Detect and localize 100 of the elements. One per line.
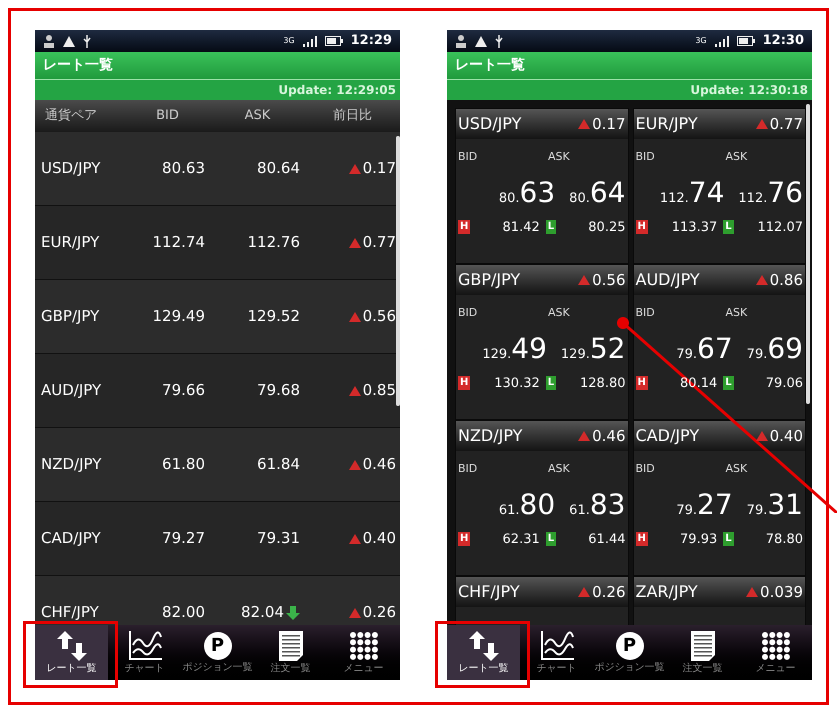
column-header: BID [155, 107, 180, 126]
tab[interactable]: 注文一覧 [254, 625, 327, 680]
line-chart-icon [540, 631, 574, 661]
change-value: 0.46 [592, 426, 626, 447]
rate-row[interactable]: USD/JPY 80.63 80.64 0.17 [35, 132, 400, 206]
low-badge: L [546, 376, 556, 390]
high-badge: H [458, 532, 470, 546]
network-label: 3G [695, 37, 707, 45]
dot-grid-icon [348, 631, 378, 661]
change-value: 0.26 [362, 602, 396, 624]
change-value: 0.77 [770, 114, 803, 135]
ask-label: ASK [726, 305, 748, 321]
bid-label: BID [636, 461, 656, 477]
change-value: 0.039 [760, 582, 803, 603]
low-price: 112.07 [756, 218, 803, 236]
rate-card[interactable]: EUR/JPY 0.77 BID ASK 112.74 112.76 H 113.37 L 112.07 [632, 108, 806, 264]
tab[interactable]: P ポジション一覧 [181, 625, 254, 680]
pair-name: NZD/JPY [40, 454, 102, 476]
tab[interactable]: レート一覧 [35, 625, 108, 680]
rate-card[interactable]: GBP/JPY 0.56 BID ASK 129.49 129.52 H 130.32 L 128.80 [455, 264, 628, 420]
usb-icon [83, 34, 91, 48]
change-value: 0.86 [770, 270, 803, 291]
up-down-arrows-icon [466, 631, 500, 661]
rate-row[interactable]: CHF/JPY 82.00 82.04 0.26 [35, 576, 400, 625]
change-value: 0.40 [770, 426, 803, 447]
document-icon [690, 631, 714, 661]
pair-name: ZAR/JPY [636, 581, 699, 603]
rate-card[interactable]: NZD/JPY 0.46 BID ASK 61.80 61.83 H 62.31 L 61.44 [455, 420, 628, 576]
bid-price: 79.27 [161, 528, 205, 550]
high-price: 81.42 [502, 218, 541, 236]
ask-price: 129.52 [560, 330, 626, 366]
pair-name: GBP/JPY [40, 306, 100, 328]
update-time: Update: 12:29:05 [278, 82, 396, 99]
rate-row[interactable]: CAD/JPY 79.27 79.31 0.40 [35, 502, 400, 576]
high-badge: H [458, 376, 470, 390]
dot-grid-icon [760, 631, 790, 661]
pair-name: EUR/JPY [40, 232, 100, 254]
tab[interactable]: 注文一覧 [666, 625, 739, 680]
rate-card[interactable]: CHF/JPY 0.26 [455, 576, 628, 625]
pair-name: NZD/JPY [458, 425, 524, 447]
low-badge: L [723, 376, 734, 390]
change-value: 0.56 [362, 306, 396, 328]
network-label: 3G [283, 37, 295, 45]
rate-card[interactable]: ZAR/JPY 0.039 [632, 576, 806, 625]
tab[interactable]: チャート [520, 625, 593, 680]
tab[interactable]: レート一覧 [447, 625, 520, 680]
bid-price: 61.80 [161, 454, 205, 476]
ask-price: 129.52 [248, 306, 300, 328]
battery-icon [736, 36, 755, 46]
battery-icon [324, 36, 343, 46]
change-value: 0.17 [362, 158, 396, 180]
signal-icon [302, 36, 317, 46]
change-value: 0.85 [362, 380, 396, 402]
low-price: 61.44 [587, 530, 626, 548]
low-price: 80.25 [587, 218, 626, 236]
person-icon [455, 34, 467, 48]
tab[interactable]: メニュー [739, 625, 812, 680]
high-price: 130.32 [493, 374, 541, 392]
low-badge: L [546, 532, 556, 546]
ask-label: ASK [726, 461, 748, 477]
change-value: 0.17 [592, 114, 626, 135]
bid-price: 80.63 [161, 158, 205, 180]
low-price: 128.80 [579, 374, 626, 392]
change-value: 0.40 [362, 528, 396, 550]
bid-price: 112.74 [660, 174, 724, 210]
warning-icon [475, 36, 487, 46]
tab[interactable]: メニュー [327, 625, 400, 680]
up-down-arrows-icon [54, 631, 88, 661]
rate-row[interactable]: AUD/JPY 79.66 79.68 0.85 [35, 354, 400, 428]
ask-price: 82.04 [241, 602, 284, 624]
ask-price: 61.83 [569, 486, 626, 522]
ask-price: 112.76 [738, 174, 803, 210]
bid-price: 129.49 [152, 306, 205, 328]
tab[interactable]: チャート [108, 625, 181, 680]
low-price: 78.80 [764, 530, 803, 548]
ask-label: ASK [548, 461, 570, 477]
column-header: 前日比 [332, 107, 373, 126]
bid-label: BID [458, 461, 478, 477]
rate-row[interactable]: NZD/JPY 61.80 61.84 0.46 [35, 428, 400, 502]
low-badge: L [723, 532, 734, 546]
high-price: 79.93 [679, 530, 718, 548]
ask-label: ASK [726, 149, 748, 165]
bid-price: 79.67 [676, 330, 733, 366]
line-chart-icon [128, 631, 162, 661]
rate-card[interactable]: CAD/JPY 0.40 BID ASK 79.27 79.31 H 79.93 L 78.80 [632, 420, 806, 576]
rate-card[interactable]: USD/JPY 0.17 BID ASK 80.63 80.64 H 81.42 L 80.25 [455, 108, 628, 264]
high-price: 113.37 [670, 218, 718, 236]
ask-price: 79.31 [746, 486, 803, 522]
pair-name: CHF/JPY [458, 581, 521, 603]
ask-price: 112.76 [248, 232, 300, 254]
position-icon: P [616, 632, 644, 660]
pair-name: AUD/JPY [636, 269, 701, 291]
tab[interactable]: P ポジション一覧 [593, 625, 666, 680]
bid-label: BID [636, 149, 656, 165]
pair-name: CAD/JPY [40, 528, 102, 550]
low-badge: L [723, 220, 734, 234]
usb-icon [495, 34, 503, 48]
ask-price: 79.69 [746, 330, 803, 366]
high-badge: H [458, 220, 470, 234]
change-value: 0.56 [592, 270, 626, 291]
